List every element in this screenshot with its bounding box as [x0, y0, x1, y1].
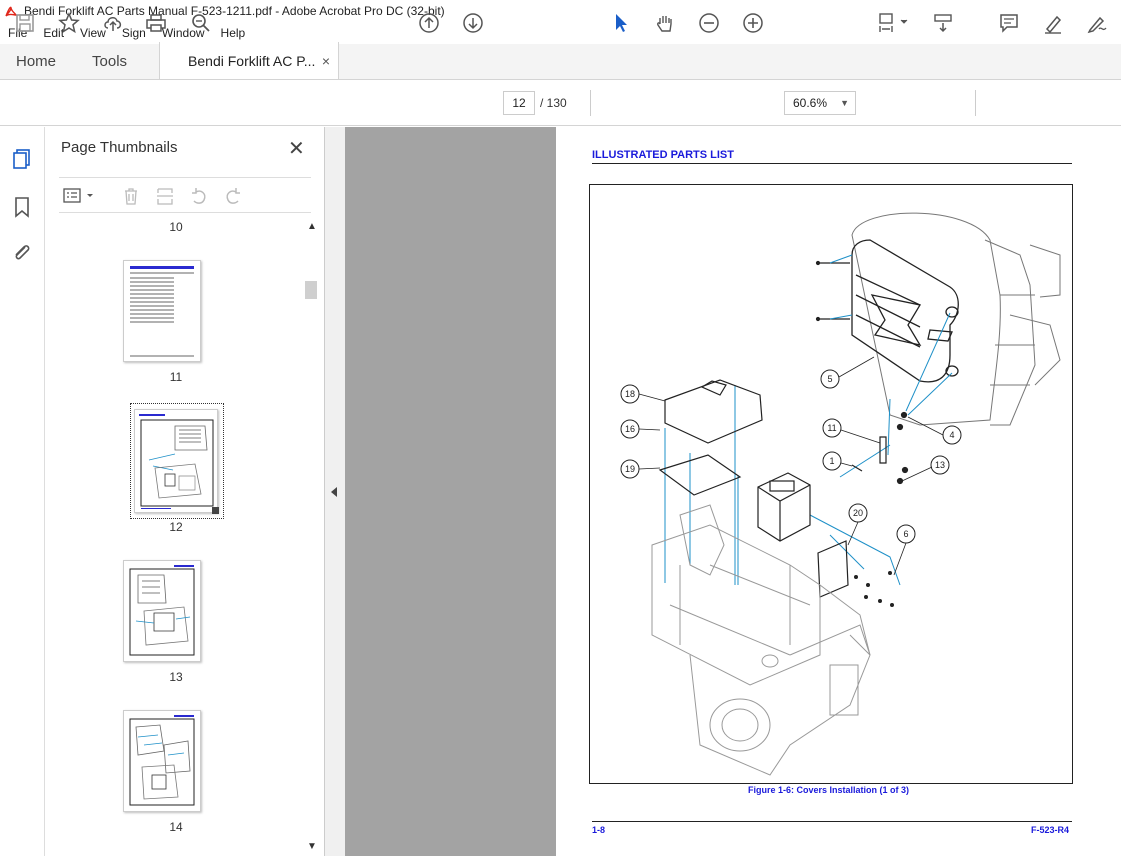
- tab-bar: Home Tools Bendi Forklift AC P... ×: [0, 42, 1121, 80]
- thumbnail-page-12[interactable]: [134, 409, 218, 513]
- tab-document-label: Bendi Forklift AC P...: [188, 52, 316, 69]
- scroll-thumb[interactable]: [305, 281, 317, 299]
- tab-home[interactable]: Home: [0, 43, 72, 79]
- figure-caption: Figure 1-6: Covers Installation (1 of 3): [748, 785, 910, 795]
- panel-title: Page Thumbnails: [61, 139, 178, 156]
- zoom-select[interactable]: 60.6% ▼: [784, 91, 856, 115]
- page-13-preview: [129, 565, 195, 656]
- callout-4: 4: [949, 430, 954, 440]
- thumb-label-11: 11: [169, 370, 183, 384]
- doc-code-footer: F-523-R4: [1031, 825, 1070, 835]
- thumbnails-panel: Page Thumbnails ✕ 10 11 12 13 14 ▲ ▼: [45, 127, 325, 856]
- callout-6: 6: [903, 529, 908, 539]
- tab-close-icon[interactable]: ×: [322, 53, 330, 69]
- tab-tools[interactable]: Tools: [72, 43, 143, 79]
- window-title: Bendi Forklift AC Parts Manual F-523-121…: [24, 4, 445, 18]
- rotate-left-icon[interactable]: [189, 186, 209, 206]
- page-number-footer: 1-8: [592, 825, 606, 835]
- thumbnail-page-13[interactable]: [123, 560, 201, 662]
- select-cursor-icon[interactable]: [609, 11, 633, 35]
- callout-16: 16: [625, 424, 635, 434]
- panel-toolbar: [59, 177, 311, 213]
- page-12-preview: [139, 414, 214, 509]
- thumbnail-page-14[interactable]: [123, 710, 201, 812]
- callout-20: 20: [853, 508, 863, 518]
- thumb-label-13: 13: [169, 670, 183, 684]
- collapse-arrow-icon[interactable]: [331, 487, 337, 497]
- thumb-label-10: 10: [169, 220, 183, 234]
- toolbar-divider: [975, 90, 976, 116]
- page-fit-icon[interactable]: [876, 11, 912, 35]
- thumb-label-14: 14: [169, 820, 183, 834]
- zoom-out-icon[interactable]: [697, 11, 721, 35]
- save-icon[interactable]: [13, 11, 37, 35]
- toolbar-divider: [590, 90, 591, 116]
- callout-19: 19: [625, 464, 635, 474]
- callout-1: 1: [829, 456, 834, 466]
- footer-rule: [592, 821, 1072, 822]
- comment-icon[interactable]: [997, 11, 1021, 35]
- zoom-in-icon[interactable]: [741, 11, 765, 35]
- menu-help[interactable]: Help: [213, 26, 254, 40]
- page-11-preview: [130, 266, 194, 357]
- page-thumbnails-icon[interactable]: [10, 147, 34, 171]
- scroll-mode-icon[interactable]: [931, 11, 955, 35]
- header-rule: [592, 163, 1072, 164]
- extract-pages-icon[interactable]: [155, 186, 175, 206]
- panel-collapse-bar[interactable]: [325, 127, 345, 856]
- figure-frame: 18 16 19 5 11 4 1 13 20 6: [589, 184, 1073, 784]
- prev-page-icon[interactable]: [417, 11, 441, 35]
- rotate-right-icon[interactable]: [223, 186, 243, 206]
- callout-13: 13: [935, 460, 945, 470]
- close-icon[interactable]: ✕: [288, 136, 305, 161]
- tab-document[interactable]: Bendi Forklift AC P... ×: [159, 42, 340, 79]
- callout-5: 5: [827, 374, 832, 384]
- sign-pen-icon[interactable]: [1085, 11, 1109, 35]
- parts-illustration: 18 16 19 5 11 4 1 13 20 6: [620, 212, 1061, 776]
- thumb-label-12: 12: [169, 520, 183, 534]
- star-icon[interactable]: [57, 11, 81, 35]
- scroll-down-icon[interactable]: ▼: [307, 841, 317, 852]
- left-rail: [0, 127, 45, 856]
- thumbnail-page-11[interactable]: [123, 260, 201, 362]
- upload-icon[interactable]: [101, 11, 125, 35]
- zoom-search-icon[interactable]: [189, 11, 213, 35]
- next-page-icon[interactable]: [461, 11, 485, 35]
- page-total: / 130: [540, 96, 567, 110]
- attachment-icon[interactable]: [10, 241, 34, 265]
- thumbnails-scrollbar[interactable]: ▲ ▼: [303, 219, 319, 856]
- highlight-pen-icon[interactable]: [1041, 11, 1065, 35]
- options-menu-icon[interactable]: [63, 187, 97, 205]
- callout-11: 11: [827, 423, 836, 433]
- scroll-up-icon[interactable]: ▲: [307, 221, 317, 232]
- hand-tool-icon[interactable]: [653, 11, 677, 35]
- thumbnail-marker: [212, 507, 219, 514]
- page-header: ILLUSTRATED PARTS LIST: [592, 149, 734, 161]
- page-14-preview: [129, 715, 195, 806]
- callout-18: 18: [625, 389, 635, 399]
- delete-icon[interactable]: [121, 186, 141, 206]
- chevron-down-icon: ▼: [840, 98, 849, 108]
- zoom-value: 60.6%: [793, 96, 828, 110]
- print-icon[interactable]: [144, 11, 168, 35]
- page-number-input[interactable]: 12: [503, 91, 535, 115]
- pdf-page: ILLUSTRATED PARTS LIST 18 16 19 5 11 4 1…: [556, 127, 1121, 856]
- bookmark-icon[interactable]: [10, 195, 34, 219]
